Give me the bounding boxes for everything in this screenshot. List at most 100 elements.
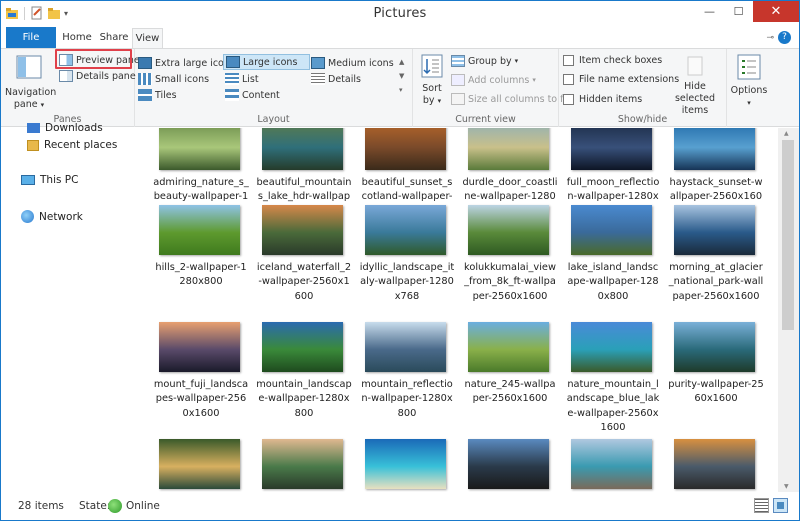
close-button[interactable]: ✕	[753, 1, 799, 22]
group-by-icon	[451, 55, 465, 67]
image-thumbnail	[571, 205, 652, 255]
tab-share[interactable]: Share	[97, 28, 131, 48]
image-thumbnail	[571, 322, 652, 372]
file-name: idyllic_landscape_italy-wallpaper-1280x7…	[359, 262, 455, 302]
ribbon-tabs: File Home Share View ⊸ ?	[1, 27, 799, 49]
details-view-icon[interactable]	[754, 498, 769, 513]
tiles-icon	[138, 89, 152, 101]
nav-item-network[interactable]: Network	[21, 210, 83, 223]
image-thumbnail	[159, 205, 240, 255]
large-icons-view-icon[interactable]	[773, 498, 788, 513]
scroll-up-icon[interactable]: ▲	[784, 130, 789, 137]
size-all-columns-button[interactable]: Size all columns to fit	[451, 91, 570, 107]
file-name: mount_fuji_landscapes-wallpaper-2560x160…	[153, 379, 249, 419]
maximize-button[interactable]: ☐	[724, 1, 753, 22]
sort-by-button[interactable]: Sort by ▾	[417, 53, 447, 107]
group-current-view: Sort by ▾ Group by ▾ Add columns ▾ Size al…	[413, 49, 570, 127]
file-name: morning_at_glacier_national_park-wallpap…	[668, 262, 764, 302]
file-name: nature_mountain_landscape_blue_lake-wall…	[566, 379, 660, 433]
file-list: admiring_nature_s_beauty-wallpaper-1280x…	[148, 128, 778, 492]
file-name: iceland_waterfall_2-wallpaper-2560x1600	[256, 262, 352, 302]
tab-view[interactable]: View	[132, 28, 163, 49]
hidden-items-checkbox[interactable]: Hidden items	[563, 94, 642, 105]
image-thumbnail	[468, 439, 549, 489]
image-thumbnail	[159, 439, 240, 489]
nav-item-recent-places[interactable]: Recent places	[27, 139, 117, 151]
layout-medium-icons[interactable]: Medium icons	[311, 55, 394, 71]
nav-item-this-pc[interactable]: This PC	[21, 174, 78, 186]
computer-icon	[21, 175, 35, 185]
small-icons-icon	[138, 73, 152, 85]
group-show-hide: Item check boxes File name extensions Hi…	[559, 49, 727, 127]
image-thumbnail	[674, 439, 755, 489]
item-check-boxes-checkbox[interactable]: Item check boxes	[563, 55, 662, 66]
checkbox-icon	[563, 94, 574, 105]
scroll-down-icon[interactable]: ▼	[784, 483, 789, 490]
image-thumbnail	[468, 322, 549, 372]
hide-selected-items-button[interactable]: Hide selected items	[665, 55, 725, 117]
add-columns-button[interactable]: Add columns ▾	[451, 72, 536, 88]
group-label-show-hide: Show/hide	[617, 114, 668, 125]
explorer-window: ▾ Pictures — ☐ ✕ File Home Share View ⊸ …	[0, 0, 800, 521]
vertical-scrollbar[interactable]: ▲ ▼	[778, 128, 799, 492]
image-thumbnail	[262, 322, 343, 372]
file-name: hills_2-wallpaper-1280x800	[155, 262, 247, 288]
minimize-button[interactable]: —	[695, 1, 724, 22]
checkbox-icon	[563, 55, 574, 66]
ribbon: Navigation pane ▾ Preview pane Details p…	[1, 48, 799, 127]
group-by-button[interactable]: Group by ▾	[451, 53, 518, 69]
nav-item-downloads[interactable]: Downloads	[27, 122, 103, 134]
layout-extra-large-icons[interactable]: Extra large icons	[138, 55, 235, 71]
scrollbar-thumb[interactable]	[782, 140, 794, 330]
options-icon	[737, 54, 761, 80]
highlight-box	[55, 49, 132, 69]
layout-tiles[interactable]: Tiles	[138, 87, 177, 103]
details-icon	[311, 73, 325, 85]
options-button[interactable]: Options ▾	[729, 53, 769, 109]
navigation-pane-button[interactable]: Navigation pane ▾	[5, 53, 56, 111]
layout-scroll-icon[interactable]: ▲ ▼ ▾	[399, 55, 404, 97]
image-thumbnail	[262, 205, 343, 255]
layout-details[interactable]: Details	[311, 71, 361, 87]
file-name: mountain_landscape-wallpaper-1280x800	[256, 379, 352, 419]
online-icon	[108, 499, 122, 513]
checkbox-icon	[563, 74, 574, 85]
image-thumbnail	[674, 128, 755, 170]
navigation-pane-icon	[16, 55, 42, 79]
layout-large-icons[interactable]: Large icons	[223, 54, 310, 70]
extra-large-icons-icon	[138, 57, 152, 69]
hide-selected-icon	[687, 56, 703, 76]
title-bar: ▾ Pictures — ☐ ✕	[1, 1, 799, 27]
file-name-extensions-checkbox[interactable]: File name extensions	[563, 74, 679, 85]
sort-by-icon	[421, 54, 443, 78]
add-columns-icon	[451, 74, 465, 86]
image-thumbnail	[365, 128, 446, 170]
item-count: 28 items	[18, 500, 64, 512]
layout-list[interactable]: List	[225, 71, 259, 87]
tab-home[interactable]: Home	[60, 28, 94, 48]
group-label-layout: Layout	[257, 114, 290, 125]
details-pane-icon	[59, 70, 73, 82]
medium-icons-icon	[311, 57, 325, 69]
recent-places-icon	[27, 139, 39, 151]
layout-small-icons[interactable]: Small icons	[138, 71, 209, 87]
status-bar: 28 items State: Online	[1, 492, 799, 520]
navigation-pane: Downloads Recent places This PC Network	[1, 122, 148, 492]
state-label: State:	[79, 500, 111, 512]
image-thumbnail	[262, 439, 343, 489]
size-columns-icon	[451, 93, 465, 105]
image-thumbnail	[159, 322, 240, 372]
tab-file[interactable]: File	[6, 27, 56, 48]
image-thumbnail	[365, 205, 446, 255]
large-icons-icon	[226, 56, 240, 68]
image-thumbnail	[365, 439, 446, 489]
image-thumbnail	[571, 128, 652, 170]
image-thumbnail	[262, 128, 343, 170]
image-thumbnail	[571, 439, 652, 489]
layout-content[interactable]: Content	[225, 87, 280, 103]
minimize-ribbon-icon[interactable]: ⊸	[766, 33, 774, 43]
image-thumbnail	[468, 128, 549, 170]
image-thumbnail	[159, 128, 240, 170]
help-icon[interactable]: ?	[778, 31, 791, 44]
details-pane-button[interactable]: Details pane	[59, 68, 136, 84]
